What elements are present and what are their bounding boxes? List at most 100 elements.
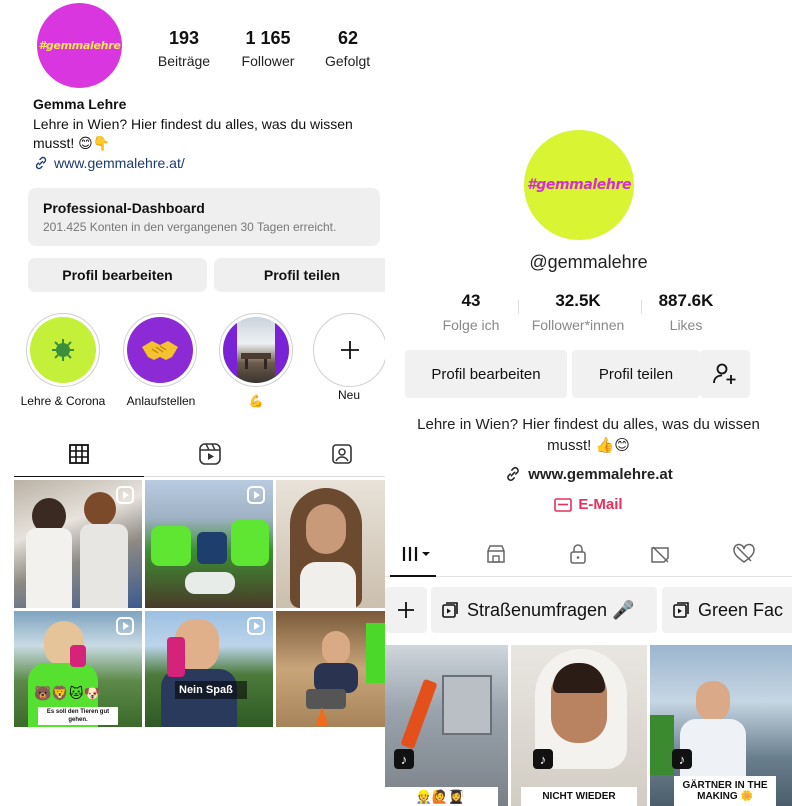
highlight-label: Neu	[337, 388, 360, 402]
dashboard-title: Professional-Dashboard	[43, 200, 205, 216]
profile-handle: @gemmalehre	[529, 252, 648, 272]
stat-posts-label: Beiträge	[157, 53, 211, 69]
stat-following-value: 62	[338, 28, 359, 48]
tab-reposts[interactable]	[647, 541, 673, 567]
emoji-row: 🐻🦁🐱🐶	[34, 685, 101, 701]
stat-following[interactable]: 62 Gefolgt	[322, 28, 382, 69]
active-tab-indicator	[390, 575, 436, 577]
tab-grid[interactable]	[64, 440, 94, 468]
profile-bio: Lehre in Wien? Hier findest du alles, wa…	[417, 416, 760, 454]
stat-likes[interactable]: 887.6K Likes	[643, 291, 729, 333]
profile-link-text: www.gemmalehre.at	[528, 465, 673, 483]
reel-badge-icon	[247, 486, 265, 504]
professional-dashboard[interactable]: Professional-Dashboard 201.425 Konten in…	[28, 188, 380, 246]
playlist-strassenumfragen[interactable]: Straßenumfragen 🎤	[431, 587, 657, 633]
post-caption: Es soll den Tieren gut gehen.	[38, 707, 118, 725]
stat-following-label: Gefolgt	[325, 53, 371, 69]
tagged-icon	[332, 444, 352, 464]
stat-followers-value: 1 165	[245, 28, 291, 48]
add-friend-button[interactable]	[700, 350, 750, 398]
active-tab-indicator	[14, 475, 144, 477]
tab-reels[interactable]	[195, 440, 225, 468]
tiktok-profile-panel: #gemmalehre @gemmalehre 43 Folge ich 32.…	[385, 0, 792, 806]
dashboard-subtitle: 201.425 Konten in den vergangenen 30 Tag…	[43, 220, 337, 234]
tab-liked[interactable]	[731, 541, 757, 567]
email-button[interactable]: E-Mail	[385, 496, 792, 513]
profile-name: Gemma Lehre	[33, 96, 127, 112]
office-photo-icon	[223, 317, 289, 383]
tab-tagged[interactable]	[327, 440, 357, 468]
playlist-icon	[673, 602, 689, 618]
link-icon	[507, 467, 520, 481]
post-tile[interactable]	[276, 611, 385, 727]
stat-following[interactable]: 43 Folge ich	[431, 291, 511, 333]
instagram-avatar[interactable]: #gemmalehre	[37, 3, 122, 88]
email-label: E-Mail	[578, 496, 623, 513]
tiktok-logo-icon: ♪	[533, 749, 553, 769]
plus-icon	[341, 341, 359, 359]
highlight-label: Lehre & Corona	[20, 394, 106, 408]
hidden-posts-icon	[651, 546, 669, 563]
profile-bio: Lehre in Wien? Hier findest du alles, wa…	[33, 116, 353, 151]
post-tile[interactable]: 🐻🦁🐱🐶 Es soll den Tieren gut gehen.	[14, 611, 142, 727]
reel-badge-icon	[247, 617, 265, 635]
highlight-office[interactable]	[219, 313, 293, 387]
highlight-lehre-corona[interactable]	[26, 313, 100, 387]
tab-private[interactable]	[565, 541, 591, 567]
profile-link[interactable]: www.gemmalehre.at/	[33, 155, 185, 171]
handshake-icon	[142, 341, 178, 360]
stat-posts[interactable]: 193 Beiträge	[152, 28, 216, 69]
grid-icon	[69, 444, 89, 464]
post-tile[interactable]	[276, 480, 385, 608]
highlight-anlaufstellen[interactable]	[123, 313, 197, 387]
tiktok-logo-icon: ♪	[394, 749, 414, 769]
profile-link[interactable]: www.gemmalehre.at	[385, 465, 792, 483]
video-tile[interactable]: ♪ NICHT WIEDER	[511, 645, 647, 806]
playlist-green-facts[interactable]: Green Fac	[662, 587, 792, 633]
add-user-icon	[713, 363, 736, 384]
video-caption: 👷🙋👩‍🎓	[385, 787, 498, 806]
stat-followers[interactable]: 32.5K Follower*innen	[521, 291, 635, 333]
video-tile[interactable]: ♪ 👷🙋👩‍🎓	[385, 645, 508, 806]
lock-icon	[570, 544, 586, 564]
stat-followers[interactable]: 1 165 Follower	[234, 28, 302, 69]
liked-hidden-icon	[733, 543, 755, 563]
tiktok-avatar[interactable]: #gemmalehre	[524, 130, 634, 240]
playlist-label: Green Fac	[698, 599, 784, 620]
shop-icon	[487, 545, 505, 563]
stat-following-value: 43	[461, 291, 481, 310]
reels-icon	[199, 443, 221, 465]
playlist-icon	[442, 602, 458, 618]
stat-posts-value: 193	[168, 28, 200, 48]
stat-divider	[641, 300, 642, 314]
instagram-profile-panel: #gemmalehre 193 Beiträge 1 165 Follower …	[0, 0, 385, 806]
highlight-label: Anlaufstellen	[126, 394, 196, 408]
avatar-logo-text: #gemmalehre	[526, 177, 632, 193]
stat-likes-value: 887.6K	[658, 291, 714, 310]
highlight-new[interactable]	[313, 313, 385, 387]
stat-likes-label: Likes	[669, 317, 703, 333]
tiktok-content-tabs	[385, 537, 792, 577]
post-tile[interactable]	[14, 480, 142, 608]
post-tile[interactable]	[145, 480, 273, 608]
edit-profile-button[interactable]: Profil bearbeiten	[28, 258, 207, 292]
edit-profile-button[interactable]: Profil bearbeiten	[405, 350, 567, 398]
share-profile-button[interactable]: Profil teilen	[572, 350, 700, 398]
tiktok-logo-icon: ♪	[672, 749, 692, 769]
highlight-label: 💪	[248, 394, 264, 408]
post-tile[interactable]: Nein Spaß	[145, 611, 273, 727]
post-caption: Nein Spaß	[175, 681, 247, 699]
tab-videos[interactable]	[397, 541, 437, 567]
video-caption: GÄRTNER IN THE MAKING 🌼	[674, 776, 776, 806]
stat-followers-value: 32.5K	[555, 291, 601, 310]
tab-shop[interactable]	[483, 541, 509, 567]
virus-icon	[52, 339, 74, 361]
avatar-logo-text: #gemmalehre	[38, 39, 121, 52]
video-tile[interactable]: ♪ GÄRTNER IN THE MAKING 🌼	[650, 645, 792, 806]
instagram-content-tabs	[14, 432, 385, 477]
video-caption: NICHT WIEDER	[521, 787, 637, 806]
add-playlist-button[interactable]	[385, 587, 427, 633]
link-icon	[35, 156, 47, 170]
stat-followers-label: Follower	[241, 53, 295, 69]
share-profile-button[interactable]: Profil teilen	[214, 258, 385, 292]
